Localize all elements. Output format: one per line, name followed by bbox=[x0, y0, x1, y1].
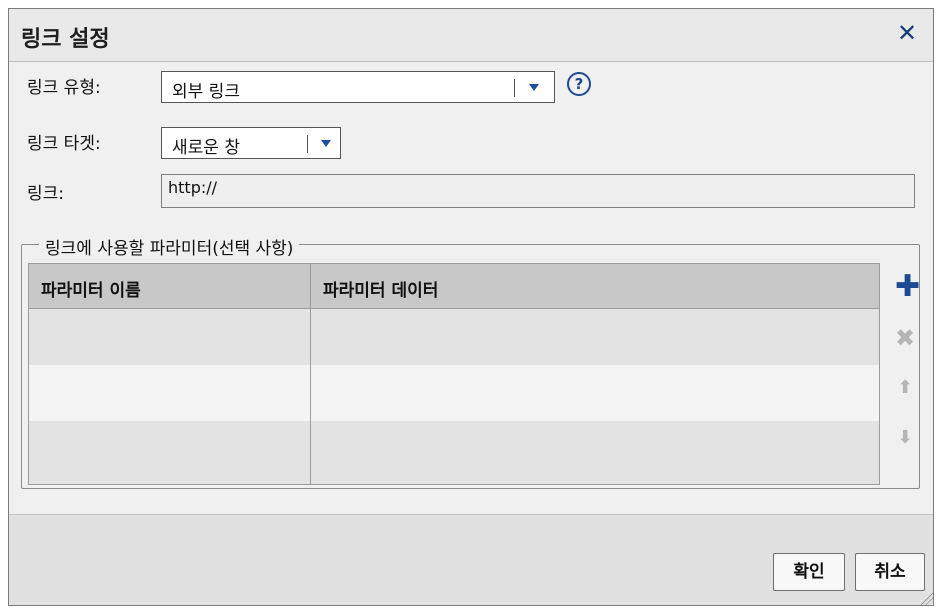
chevron-down-icon bbox=[321, 140, 331, 147]
table-header: 파라미터 이름 파라미터 데이터 bbox=[29, 264, 879, 309]
ok-button[interactable]: 확인 bbox=[773, 553, 845, 591]
link-type-value: 외부 링크 bbox=[172, 82, 240, 102]
table-row[interactable] bbox=[29, 421, 879, 484]
link-label: 링크: bbox=[27, 184, 65, 204]
dialog-footer: 확인 취소 bbox=[9, 514, 933, 605]
link-type-label: 링크 유형: bbox=[27, 78, 101, 98]
link-target-value: 새로운 창 bbox=[172, 138, 240, 158]
link-target-label: 링크 타겟: bbox=[27, 134, 101, 154]
link-type-select[interactable]: 외부 링크 bbox=[161, 71, 555, 103]
link-settings-dialog: 링크 설정 ✕ 링크 유형: 외부 링크 ? 링크 타겟: 새로운 창 링크: … bbox=[8, 8, 934, 606]
resize-grip[interactable] bbox=[917, 589, 933, 605]
table-row[interactable] bbox=[29, 309, 879, 365]
add-icon[interactable]: ✚ bbox=[895, 272, 920, 302]
table-row[interactable] bbox=[29, 365, 879, 421]
link-target-select[interactable]: 새로운 창 bbox=[161, 127, 341, 159]
delete-icon[interactable]: ✖ bbox=[895, 324, 915, 352]
move-down-icon[interactable]: ⬇ bbox=[895, 427, 915, 448]
cancel-button[interactable]: 취소 bbox=[855, 553, 925, 591]
link-input[interactable]: http:// bbox=[161, 174, 915, 208]
dialog-titlebar: 링크 설정 ✕ bbox=[9, 9, 933, 62]
chevron-down-icon bbox=[529, 84, 539, 91]
close-icon[interactable]: ✕ bbox=[895, 19, 919, 47]
help-icon[interactable]: ? bbox=[567, 72, 591, 96]
parameters-legend: 링크에 사용할 파라미터(선택 사항) bbox=[39, 234, 300, 259]
dialog-title: 링크 설정 bbox=[21, 27, 110, 52]
parameters-table: 파라미터 이름 파라미터 데이터 bbox=[28, 263, 880, 485]
move-up-icon[interactable]: ⬆ bbox=[895, 377, 915, 398]
column-header-name[interactable]: 파라미터 이름 bbox=[41, 276, 141, 301]
column-header-data[interactable]: 파라미터 데이터 bbox=[323, 276, 438, 301]
